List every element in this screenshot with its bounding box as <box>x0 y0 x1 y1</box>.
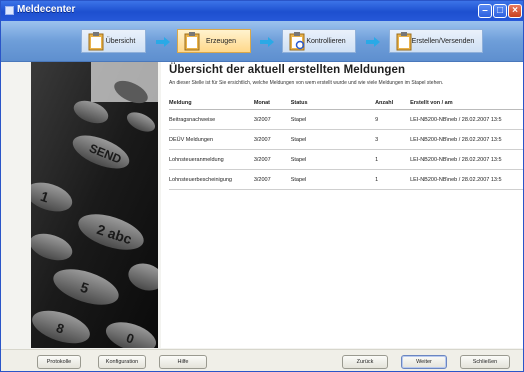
step-erzeugen[interactable]: Erzeugen <box>177 29 251 53</box>
minimize-button[interactable]: – <box>478 4 492 18</box>
cell-status: Stapel <box>290 109 376 130</box>
cell-erstellt: LEI-NB200-NB\neb / 28.02.2007 13:5 <box>410 109 523 130</box>
page-description: An dieser Stelle ist für Sie ersichtlich… <box>169 80 444 86</box>
cell-anzahl: 1 <box>375 149 411 170</box>
column-header-anzahl[interactable]: Anzahl <box>375 96 411 110</box>
table-row[interactable]: Beitragsnachweise 3/2007 Stapel 9 LEI-NB… <box>169 109 523 130</box>
maximize-button[interactable]: □ <box>493 4 507 18</box>
close-button[interactable]: × <box>508 4 522 18</box>
footer-toolbar: Protokolle Konfiguration Hilfe Zurück We… <box>1 349 523 371</box>
cell-status: Stapel <box>290 169 376 190</box>
cell-monat: 3/2007 <box>253 129 291 150</box>
table-header-row: Meldung Monat Status Anzahl Erstellt von… <box>169 96 523 110</box>
title-bar[interactable]: Meldecenter – □ × <box>1 1 523 21</box>
step-label: Kontrollieren <box>306 38 346 45</box>
protokolle-button[interactable]: Protokolle <box>37 355 81 369</box>
phone-keypad-image: SEND 1 2 abc 5 8 0 <box>31 62 158 348</box>
phone-keypad-photo: SEND 1 2 abc 5 8 0 <box>31 62 158 348</box>
cell-status: Stapel <box>290 129 376 150</box>
zurueck-button[interactable]: Zurück <box>342 355 388 369</box>
cell-anzahl: 3 <box>375 129 411 150</box>
step-erstellen-versenden[interactable]: Erstellen/Versenden <box>389 29 483 53</box>
page-title: Übersicht der aktuell erstellten Meldung… <box>169 64 406 76</box>
table-row[interactable]: Lohnsteueranmeldung 3/2007 Stapel 1 LEI-… <box>169 149 523 170</box>
cell-meldung: DEÜV Meldungen <box>169 129 254 150</box>
column-header-erstellt[interactable]: Erstellt von / am <box>410 96 523 110</box>
step-kontrollieren[interactable]: Kontrollieren <box>282 29 356 53</box>
table-row[interactable]: Lohnsteuerbescheinigung 3/2007 Stapel 1 … <box>169 169 523 190</box>
column-header-monat[interactable]: Monat <box>253 96 291 110</box>
cell-anzahl: 9 <box>375 109 411 130</box>
cell-monat: 3/2007 <box>253 109 291 130</box>
messages-table: Meldung Monat Status Anzahl Erstellt von… <box>169 96 523 190</box>
cell-status: Stapel <box>290 149 376 170</box>
cell-monat: 3/2007 <box>253 149 291 170</box>
cell-erstellt: LEI-NB200-NB\neb / 28.02.2007 13:5 <box>410 169 523 190</box>
main-content: Übersicht der aktuell erstellten Meldung… <box>161 62 523 348</box>
cell-meldung: Lohnsteueranmeldung <box>169 149 254 170</box>
konfiguration-button[interactable]: Konfiguration <box>98 355 146 369</box>
cell-monat: 3/2007 <box>253 169 291 190</box>
step-label: Erzeugen <box>206 38 236 45</box>
cell-erstellt: LEI-NB200-NB\neb / 28.02.2007 13:5 <box>410 149 523 170</box>
schliessen-button[interactable]: Schließen <box>460 355 510 369</box>
step-label: Übersicht <box>105 38 136 45</box>
window-title: Meldecenter <box>17 4 76 15</box>
weiter-button[interactable]: Weiter <box>401 355 447 369</box>
wizard-step-bar: Übersicht Erzeugen Kontrollieren Erstell… <box>1 21 523 62</box>
table-row[interactable]: DEÜV Meldungen 3/2007 Stapel 3 LEI-NB200… <box>169 129 523 150</box>
step-uebersicht[interactable]: Übersicht <box>81 29 146 53</box>
cell-erstellt: LEI-NB200-NB\neb / 28.02.2007 13:5 <box>410 129 523 150</box>
hilfe-button[interactable]: Hilfe <box>159 355 207 369</box>
app-window: Meldecenter – □ × Übersicht Erzeugen Kon… <box>0 0 524 372</box>
cell-meldung: Lohnsteuerbescheinigung <box>169 169 254 190</box>
app-icon <box>5 6 14 15</box>
step-label: Erstellen/Versenden <box>411 38 475 45</box>
cell-anzahl: 1 <box>375 169 411 190</box>
cell-meldung: Beitragsnachweise <box>169 109 254 130</box>
column-header-status[interactable]: Status <box>290 96 376 110</box>
column-header-meldung[interactable]: Meldung <box>169 96 254 110</box>
